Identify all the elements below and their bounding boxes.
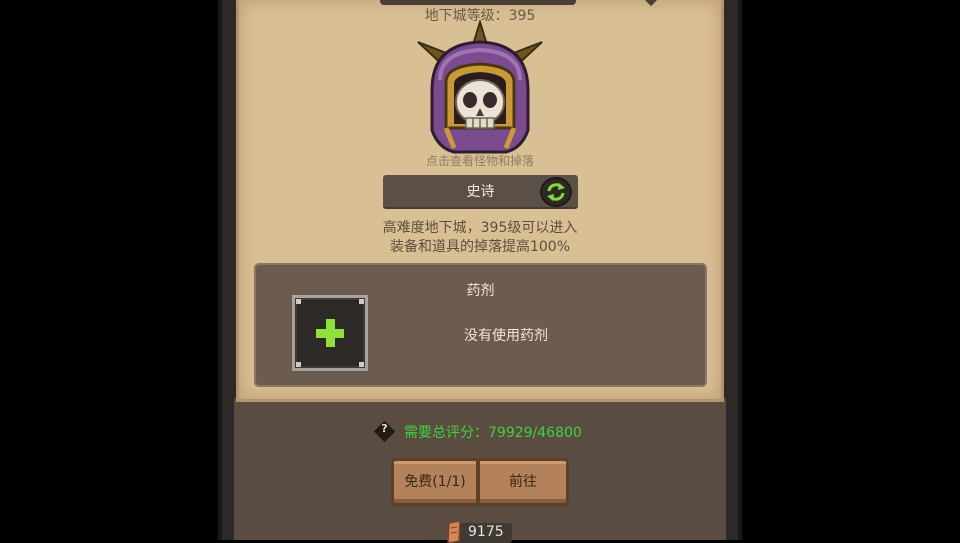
go-button[interactable]: 前往 <box>477 458 569 506</box>
dungeon-description-line2: 装备和道具的掉落提高100% <box>389 239 571 255</box>
potion-panel: 药剂 没有使用药剂 <box>256 265 705 385</box>
view-monsters-hint[interactable]: 点击查看怪物和掉落 <box>380 152 580 169</box>
currency-counter: 9175 <box>447 521 512 543</box>
dungeon-description-line1: 高难度地下城，395级可以进入 <box>382 220 578 236</box>
plus-icon <box>316 319 344 347</box>
swap-arrows-icon <box>547 183 565 201</box>
required-score-row: ? 需要总评分：79929/46800 <box>373 420 614 443</box>
help-icon-mark: ? <box>381 422 388 435</box>
no-potion-text: 没有使用药剂 <box>464 328 548 344</box>
free-entry-button[interactable]: 免费(1/1) <box>391 458 479 506</box>
right-letterbox <box>742 0 960 540</box>
required-score-text: 需要总评分：79929/46800 <box>404 425 582 441</box>
left-letterbox <box>0 0 218 540</box>
switch-difficulty-button[interactable] <box>540 177 572 207</box>
add-potion-button[interactable] <box>292 295 368 371</box>
skull-helmet-icon[interactable] <box>410 18 550 160</box>
currency-value: 9175 <box>468 524 504 540</box>
